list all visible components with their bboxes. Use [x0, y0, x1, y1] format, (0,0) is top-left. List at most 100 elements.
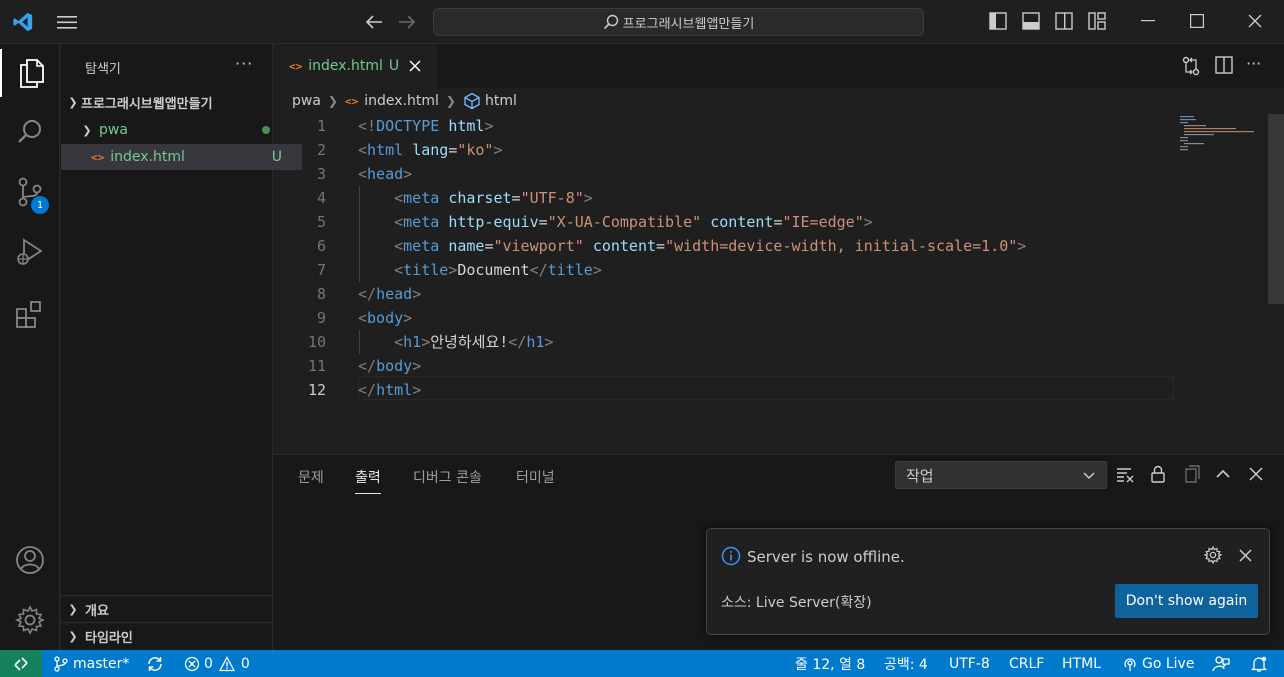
line-text: <meta charset="UTF-8">: [394, 189, 593, 207]
close-tab-icon[interactable]: [409, 60, 421, 72]
remote-icon: [13, 656, 29, 672]
close-panel-icon[interactable]: [1249, 467, 1263, 481]
forward-arrow-icon[interactable]: [398, 14, 416, 30]
tree-folder-pwa[interactable]: ❯ pwa: [61, 117, 290, 143]
line-text: <head>: [358, 165, 413, 183]
dont-show-again-button[interactable]: Don't show again: [1115, 584, 1258, 618]
error-icon: [184, 656, 204, 672]
editor-scrollbar[interactable]: [1268, 114, 1284, 304]
sync-button[interactable]: [146, 650, 168, 677]
warning-count: 0: [240, 655, 250, 672]
search-icon: [16, 118, 44, 146]
line-number: 7: [316, 261, 326, 279]
tab-label: index.html: [308, 58, 383, 74]
cursor-position[interactable]: 줄 12, 열 8: [795, 650, 865, 677]
tab-index-html[interactable]: <> index.html U: [273, 44, 437, 88]
account-icon: [15, 545, 45, 575]
manage-activity[interactable]: [0, 596, 60, 644]
maximize-panel-icon[interactable]: [1215, 467, 1231, 481]
line-text: </body>: [358, 357, 422, 375]
chevron-right-icon: ❯: [445, 94, 456, 108]
folder-label: pwa: [99, 122, 128, 138]
command-center-search[interactable]: 프로그래시브웹앱만들기: [433, 8, 924, 36]
lock-icon[interactable]: [1150, 465, 1166, 483]
open-output-editor-icon[interactable]: [1181, 465, 1201, 483]
chevron-right-icon: ❯: [68, 630, 78, 643]
branch-indicator[interactable]: master*: [53, 650, 129, 677]
minimize-icon[interactable]: [1141, 20, 1155, 22]
clear-output-icon[interactable]: [1116, 465, 1134, 483]
tab-terminal[interactable]: 터미널: [516, 467, 555, 487]
close-notification-icon[interactable]: [1239, 549, 1252, 562]
output-channel-select[interactable]: 작업: [895, 461, 1107, 489]
line-text: <meta name="viewport" content="width=dev…: [394, 237, 1027, 255]
more-actions-icon[interactable]: ···: [1246, 54, 1261, 73]
run-debug-activity[interactable]: [0, 228, 60, 276]
menu-icon[interactable]: [57, 14, 77, 30]
tree-file-index-html[interactable]: <> index.html U: [61, 144, 302, 170]
customize-layout-icon[interactable]: [1088, 12, 1106, 30]
remote-indicator[interactable]: [0, 650, 42, 677]
line-number: 9: [316, 309, 326, 327]
editor-tab-bar: <> index.html U ···: [273, 44, 1284, 88]
bell-icon: [1250, 655, 1272, 673]
line-text: </html>: [358, 381, 422, 399]
explorer-more-actions[interactable]: ···: [235, 54, 253, 73]
line-number: 10: [307, 333, 326, 351]
indentation[interactable]: 공백: 4: [884, 650, 928, 677]
go-live-button[interactable]: Go Live: [1122, 650, 1194, 677]
status-bar: master* 0 0 줄 12, 열 8 공백: 4 UTF-8 CRLF H…: [0, 650, 1284, 677]
open-changes-icon[interactable]: [1181, 56, 1201, 76]
line-text: <h1>안녕하세요!</h1>: [394, 333, 554, 351]
code-editor[interactable]: 1 <!DOCTYPE html> 2 <html lang="ko"> 3 <head>…: [273, 114, 1284, 454]
line-number: 5: [316, 213, 326, 231]
line-number: 11: [307, 357, 326, 375]
line-text: <!DOCTYPE html>: [358, 117, 494, 135]
feedback-button[interactable]: [1212, 650, 1234, 677]
language-mode[interactable]: HTML: [1062, 650, 1101, 677]
tab-problems[interactable]: 문제: [298, 467, 324, 487]
line-text: </head>: [358, 285, 422, 303]
minimap[interactable]: [1176, 114, 1268, 154]
extensions-icon: [15, 299, 45, 329]
gear-icon[interactable]: [1204, 546, 1222, 564]
source-control-activity[interactable]: [0, 168, 60, 216]
timeline-section[interactable]: ❯ 타임라인: [61, 622, 272, 650]
gear-icon: [15, 605, 45, 635]
maximize-icon[interactable]: [1190, 14, 1204, 28]
line-number: 12: [307, 381, 326, 399]
chevron-right-icon: ❯: [327, 94, 338, 108]
search-activity[interactable]: [0, 108, 60, 156]
tab-output[interactable]: 출력: [355, 467, 381, 494]
breadcrumb-symbol[interactable]: html: [485, 93, 517, 109]
close-window-icon[interactable]: [1248, 14, 1262, 28]
outline-section[interactable]: ❯ 개요: [61, 595, 272, 623]
encoding[interactable]: UTF-8: [949, 650, 990, 677]
output-channel-value: 작업: [906, 466, 934, 485]
tab-debug-console[interactable]: 디버그 콘솔: [413, 467, 482, 487]
toggle-primary-sidebar-icon[interactable]: [989, 12, 1007, 30]
toggle-secondary-sidebar-icon[interactable]: [1055, 12, 1073, 30]
end-of-line[interactable]: CRLF: [1009, 650, 1044, 677]
error-count: 0: [204, 655, 213, 672]
root-folder-label: 프로그래시브웹앱만들기: [81, 96, 213, 112]
split-editor-icon[interactable]: [1215, 56, 1233, 74]
toggle-panel-icon[interactable]: [1022, 12, 1040, 30]
info-icon: [721, 546, 741, 566]
explorer-activity[interactable]: [0, 49, 62, 97]
back-arrow-icon[interactable]: [365, 14, 383, 30]
problems-indicator[interactable]: 0 0: [184, 650, 250, 677]
line-number: 3: [316, 165, 326, 183]
line-text: <meta http-equiv="X-UA-Compatible" conte…: [394, 213, 873, 231]
breadcrumb-folder[interactable]: pwa: [292, 93, 321, 109]
extensions-activity[interactable]: [0, 290, 60, 338]
html-file-icon: <>: [289, 59, 303, 73]
accounts-activity[interactable]: [0, 536, 60, 584]
notifications-button[interactable]: [1250, 650, 1272, 677]
broadcast-icon: [1122, 656, 1142, 672]
notification-message: Server is now offline.: [747, 548, 905, 566]
breadcrumb-file[interactable]: index.html: [364, 93, 439, 109]
search-icon: [603, 14, 623, 30]
tree-root-folder[interactable]: ❯ 프로그래시브웹앱만들기: [61, 89, 276, 115]
chevron-down-icon: ❯: [68, 95, 78, 109]
